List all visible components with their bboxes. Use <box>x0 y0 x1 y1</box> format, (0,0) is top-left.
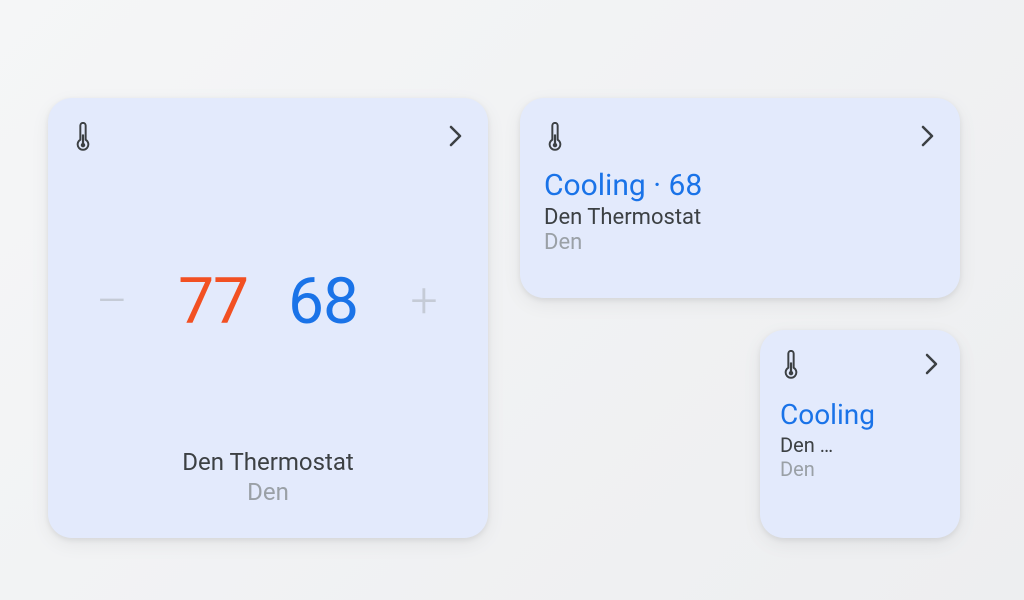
card-header <box>544 122 936 154</box>
room-name: Den <box>72 478 464 506</box>
card-header <box>72 122 464 154</box>
status-text: Cooling · 68 <box>544 168 936 203</box>
thermostat-card-large[interactable]: – 77 68 + Den Thermostat Den <box>48 98 488 538</box>
thermostat-card-medium[interactable]: Cooling · 68 Den Thermostat Den <box>520 98 960 298</box>
chevron-right-icon[interactable] <box>924 350 940 378</box>
status-text: Cooling <box>780 398 940 431</box>
room-name: Den <box>544 230 936 255</box>
card-footer: Den Thermostat Den <box>72 448 464 514</box>
increase-button[interactable]: + <box>404 277 444 325</box>
chevron-right-icon[interactable] <box>448 122 464 150</box>
card-header <box>780 350 940 382</box>
chevron-right-icon[interactable] <box>920 122 936 150</box>
device-name: Den Thermostat <box>544 205 936 230</box>
decrease-button[interactable]: – <box>92 277 132 325</box>
device-name: Den … <box>780 433 940 457</box>
heat-setpoint: 77 <box>178 264 248 339</box>
thermometer-icon <box>72 122 94 154</box>
thermometer-icon <box>544 122 566 154</box>
cool-setpoint: 68 <box>288 264 358 339</box>
thermostat-card-small[interactable]: Cooling Den … Den <box>760 330 960 538</box>
setpoint-pair: 77 68 <box>178 264 358 339</box>
thermometer-icon <box>780 350 802 382</box>
room-name: Den <box>780 457 940 481</box>
device-name: Den Thermostat <box>72 448 464 476</box>
temperature-controls: – 77 68 + <box>72 264 464 339</box>
